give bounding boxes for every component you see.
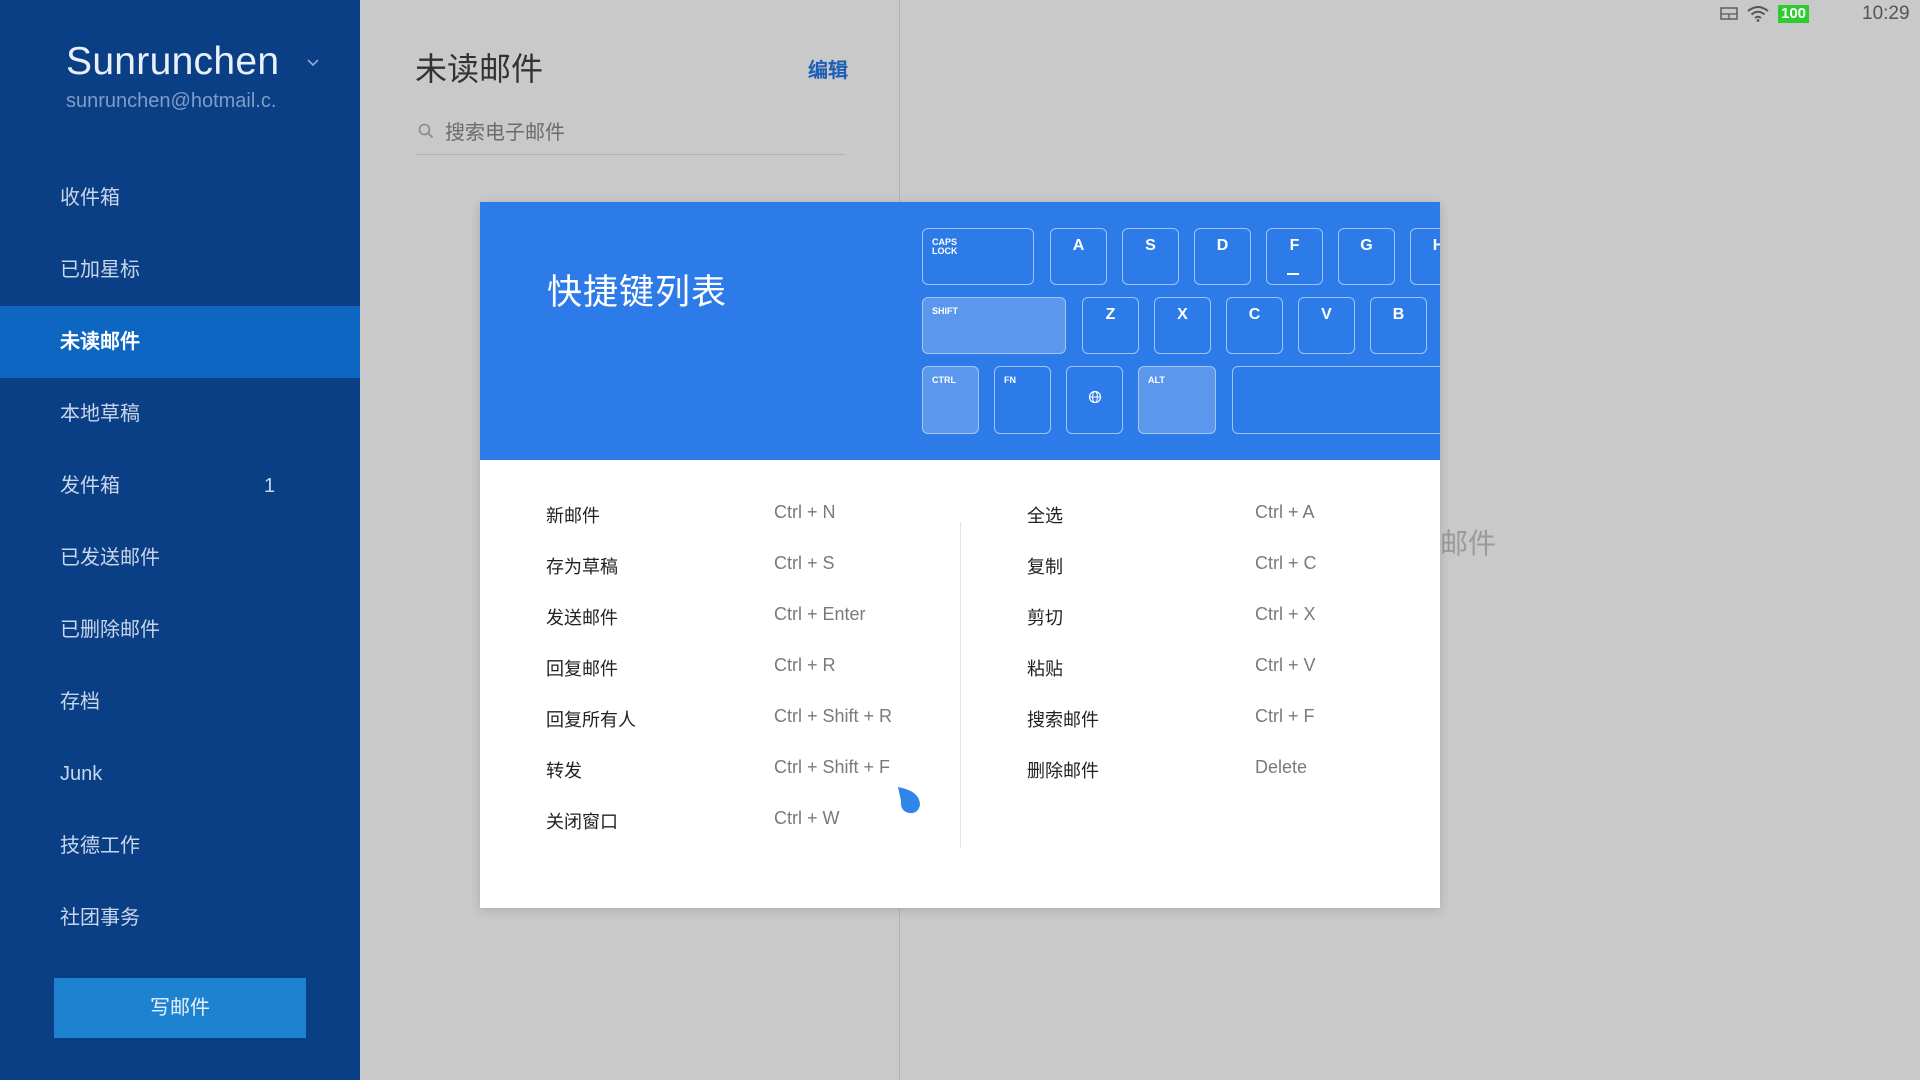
shortcut-keys: Ctrl + X xyxy=(1255,604,1316,624)
status-bar: 100 10:29 xyxy=(1720,0,1920,30)
shortcut-keys: Ctrl + Enter xyxy=(774,604,866,624)
key-s: S xyxy=(1122,228,1179,285)
column-divider xyxy=(960,522,961,848)
sidebar-item-label: 本地草稿 xyxy=(60,403,140,425)
account-email: sunrunchen@hotmail.c. xyxy=(66,90,277,112)
shortcut-dialog: 快捷键列表 CAPS LOCK A S D F G H SHIFT Z X C … xyxy=(480,202,1440,908)
shortcut-keys: Ctrl + F xyxy=(1255,706,1315,726)
sidebar-item-unread[interactable]: 未读邮件 xyxy=(0,306,360,378)
dialog-header: 快捷键列表 CAPS LOCK A S D F G H SHIFT Z X C … xyxy=(480,202,1440,460)
sidebar-item-label: 社团事务 xyxy=(60,907,140,929)
sidebar-item-archive[interactable]: 存档 xyxy=(0,666,360,738)
compose-button[interactable]: 写邮件 xyxy=(54,978,306,1038)
dialog-title: 快捷键列表 xyxy=(547,273,728,312)
sidebar-item-label: 收件箱 xyxy=(60,187,120,209)
shortcut-label: 关闭窗口 xyxy=(546,812,618,832)
key-f: F xyxy=(1266,228,1323,285)
sidebar-item-label: 已加星标 xyxy=(60,259,140,281)
search-bar xyxy=(415,114,845,155)
chevron-down-icon[interactable] xyxy=(306,56,320,70)
folder-list: 收件箱 已加星标 未读邮件 本地草稿 发件箱 1 已发送邮件 已删除邮件 存档 J… xyxy=(0,162,360,954)
account-name[interactable]: Sunrunchen xyxy=(66,40,279,84)
sidebar-item-label: 已发送邮件 xyxy=(60,547,160,569)
shortcut-label: 剪切 xyxy=(1027,608,1063,628)
sidebar-item-inbox[interactable]: 收件箱 xyxy=(0,162,360,234)
sidebar-item-outbox[interactable]: 发件箱 1 xyxy=(0,450,360,522)
sidebar-item-starred[interactable]: 已加星标 xyxy=(0,234,360,306)
key-ctrl: CTRL xyxy=(922,366,979,434)
sidebar-item-label: Junk xyxy=(60,763,103,785)
outbox-count-badge: 1 xyxy=(264,475,276,497)
shortcut-label: 删除邮件 xyxy=(1027,761,1099,781)
sidebar-item-work[interactable]: 技德工作 xyxy=(0,810,360,882)
wifi-icon xyxy=(1747,6,1769,22)
shortcut-label: 转发 xyxy=(546,761,582,781)
shortcut-keys: Ctrl + V xyxy=(1255,655,1316,675)
shortcut-keys: Ctrl + R xyxy=(774,655,836,675)
key-d: D xyxy=(1194,228,1251,285)
shortcut-label: 回复邮件 xyxy=(546,659,618,679)
page-title: 未读邮件 xyxy=(415,51,544,87)
shortcut-label: 粘贴 xyxy=(1027,659,1063,679)
shortcut-label: 搜索邮件 xyxy=(1027,710,1099,730)
battery-indicator: 100 xyxy=(1778,5,1810,23)
sidebar-item-label: 发件箱 xyxy=(60,475,120,497)
key-b: B xyxy=(1370,297,1427,354)
key-space xyxy=(1232,366,1440,434)
key-a: A xyxy=(1050,228,1107,285)
shortcut-label: 复制 xyxy=(1027,557,1063,577)
shortcut-label: 全选 xyxy=(1027,506,1063,526)
shortcut-keys: Ctrl + A xyxy=(1255,502,1315,522)
key-fn: FN xyxy=(994,366,1051,434)
keyboard-icon xyxy=(1720,7,1738,20)
key-globe xyxy=(1066,366,1123,434)
shortcut-keys: Ctrl + C xyxy=(1255,553,1317,573)
sidebar-item-sent[interactable]: 已发送邮件 xyxy=(0,522,360,594)
key-x: X xyxy=(1154,297,1211,354)
shortcut-keys: Ctrl + W xyxy=(774,808,840,828)
sidebar-item-local-drafts[interactable]: 本地草稿 xyxy=(0,378,360,450)
edit-button[interactable]: 编辑 xyxy=(808,54,848,83)
shortcut-keys: Ctrl + N xyxy=(774,502,836,522)
empty-state-text: 邮件 xyxy=(1440,528,1497,559)
shortcut-label: 存为草稿 xyxy=(546,557,618,577)
globe-icon xyxy=(1088,390,1102,404)
key-h: H xyxy=(1410,228,1440,285)
shortcut-list: 新邮件 Ctrl + N 存为草稿 Ctrl + S 发送邮件 Ctrl + Ente… xyxy=(480,460,1440,908)
key-shift: SHIFT xyxy=(922,297,1066,354)
search-input[interactable] xyxy=(443,118,827,148)
key-alt: ALT xyxy=(1138,366,1216,434)
key-caps-lock: CAPS LOCK xyxy=(922,228,1034,285)
sidebar-item-deleted[interactable]: 已删除邮件 xyxy=(0,594,360,666)
search-icon xyxy=(418,123,434,139)
key-g: G xyxy=(1338,228,1395,285)
sidebar-item-club[interactable]: 社团事务 xyxy=(0,882,360,954)
shortcut-label: 发送邮件 xyxy=(546,608,618,628)
keyboard-illustration: CAPS LOCK A S D F G H SHIFT Z X C V B CT… xyxy=(922,228,1440,460)
shortcut-keys: Ctrl + Shift + R xyxy=(774,706,893,726)
shortcut-keys: Ctrl + S xyxy=(774,553,835,573)
touch-cursor-icon xyxy=(898,787,920,814)
sidebar-item-label: 存档 xyxy=(60,691,100,713)
key-z: Z xyxy=(1082,297,1139,354)
key-v: V xyxy=(1298,297,1355,354)
key-c: C xyxy=(1226,297,1283,354)
shortcut-keys: Ctrl + Shift + F xyxy=(774,757,891,777)
clock: 10:29 xyxy=(1862,3,1910,24)
sidebar-item-junk[interactable]: Junk xyxy=(0,738,360,810)
sidebar-item-label: 已删除邮件 xyxy=(60,619,160,641)
sidebar-item-label: 技德工作 xyxy=(60,835,140,857)
sidebar: Sunrunchen sunrunchen@hotmail.c. 收件箱 已加星… xyxy=(0,0,360,1080)
shortcut-keys: Delete xyxy=(1255,757,1308,777)
shortcut-label: 新邮件 xyxy=(546,506,600,526)
sidebar-item-label: 未读邮件 xyxy=(60,331,140,353)
shortcut-label: 回复所有人 xyxy=(546,710,636,730)
